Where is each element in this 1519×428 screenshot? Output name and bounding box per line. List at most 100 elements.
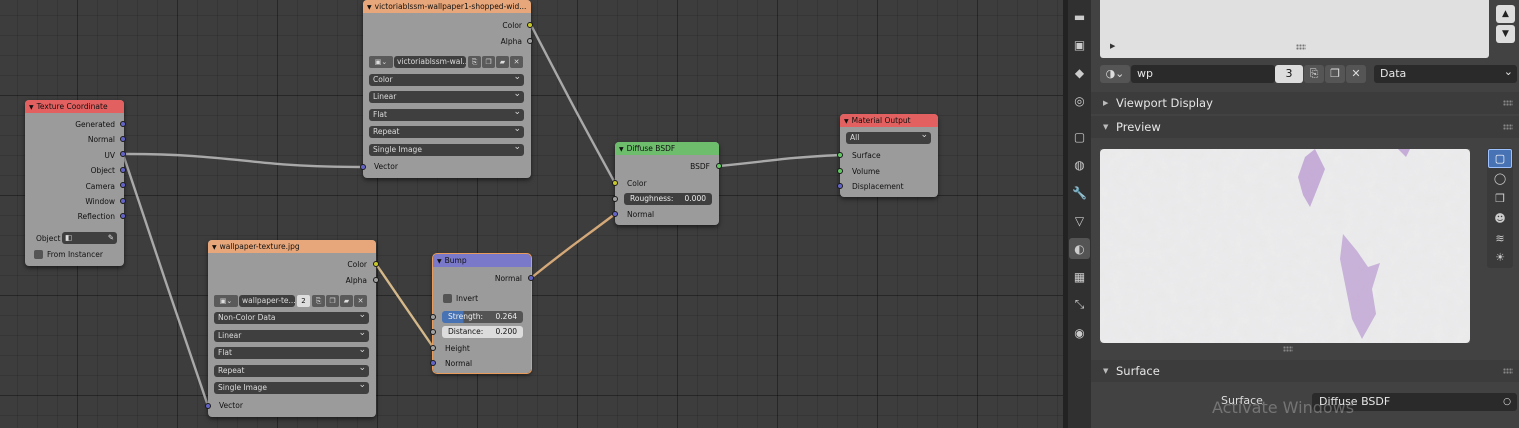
surface-panel-header[interactable]: ▼ Surface (1091, 360, 1519, 382)
preview-panel-header[interactable]: ▼ Preview (1091, 116, 1519, 138)
plane-icon[interactable]: ▢ (1488, 149, 1512, 168)
image-browse-button[interactable]: ▣⌄ (214, 295, 238, 307)
input-socket-height[interactable] (430, 345, 436, 351)
node-header[interactable]: ▼ Diffuse BSDF (615, 142, 719, 155)
image-browse-button[interactable]: ▣⌄ (369, 56, 393, 68)
drag-grip-icon[interactable] (1503, 100, 1513, 106)
collapse-icon[interactable]: ▼ (437, 258, 442, 265)
target-dropdown[interactable]: All (846, 132, 931, 144)
object-icon[interactable]: ◍ (1069, 154, 1090, 175)
duplicate-icon[interactable]: ❐ (326, 295, 339, 307)
drag-grip-icon[interactable] (1503, 124, 1513, 130)
fake-user-icon[interactable]: ⎘ (312, 295, 325, 307)
output-socket-alpha[interactable] (527, 38, 533, 44)
object-field[interactable]: ◧ ✎ (62, 232, 117, 244)
output-socket-normal[interactable] (528, 275, 534, 281)
output-socket-generated[interactable] (120, 121, 126, 127)
image-name-field[interactable]: victoriablssm-wal... (394, 56, 466, 68)
cube-icon[interactable]: ❒ (1488, 189, 1512, 208)
link-mode-dropdown[interactable]: Data ⌄ (1374, 65, 1517, 83)
color-space-dropdown[interactable]: Non-Color Data (214, 312, 369, 324)
output-socket-window[interactable] (120, 198, 126, 204)
unlink-icon[interactable]: ✕ (354, 295, 367, 307)
from-instancer-checkbox[interactable] (34, 250, 43, 259)
node-link-icon[interactable]: ○ (1503, 393, 1511, 411)
input-socket-distance[interactable] (430, 329, 436, 335)
node-editor[interactable]: ▼ Texture Coordinate Generated Normal UV … (0, 0, 1063, 428)
distance-field[interactable]: Distance: 0.200 (442, 326, 523, 338)
extension-dropdown[interactable]: Repeat (214, 365, 369, 377)
output-socket-camera[interactable] (120, 182, 126, 188)
constraints-icon[interactable]: ⤡ (1069, 294, 1090, 315)
move-up-icon[interactable]: ▲ (1496, 5, 1515, 23)
source-dropdown[interactable]: Single Image (369, 144, 524, 156)
fake-user-icon[interactable]: ⎘ (468, 56, 481, 68)
projection-dropdown[interactable]: Flat (369, 109, 524, 121)
properties-editor[interactable]: ▬ ▣ ◆ ◎ ▢ ◍ 🔧 ▽ ◐ ▦ ⤡ ◉ ▶ ▲ ▼ ◑⌄ wp 3 ⎘ … (1068, 0, 1519, 428)
unlink-icon[interactable]: ✕ (510, 56, 523, 68)
world-icon[interactable]: ▢ (1069, 126, 1090, 147)
collapse-icon[interactable]: ▼ (29, 104, 34, 111)
input-socket-vector[interactable] (205, 403, 211, 409)
collapse-icon[interactable]: ▼ (619, 146, 624, 153)
drag-grip-icon[interactable] (1503, 368, 1513, 374)
input-socket-normal[interactable] (430, 360, 436, 366)
render-icon[interactable]: ▬ (1069, 6, 1090, 27)
output-socket-uv[interactable] (120, 151, 126, 157)
viewport-display-panel-header[interactable]: ▶ Viewport Display (1091, 92, 1519, 114)
output-socket-object[interactable] (120, 167, 126, 173)
texture-coordinate-node[interactable]: ▼ Texture Coordinate Generated Normal UV … (25, 100, 126, 266)
interpolation-dropdown[interactable]: Linear (214, 330, 369, 342)
collapse-icon[interactable]: ▼ (212, 244, 217, 251)
input-socket-color[interactable] (612, 180, 618, 186)
material-icon[interactable]: ◐ (1069, 238, 1090, 259)
node-header[interactable]: ▼ Material Output (840, 114, 938, 127)
interpolation-dropdown[interactable]: Linear (369, 91, 524, 103)
scene-icon[interactable]: ◎ (1069, 90, 1090, 111)
eyedropper-icon[interactable]: ✎ (108, 232, 114, 244)
monkey-icon[interactable]: ☻ (1488, 209, 1512, 228)
view-layer-icon[interactable]: ◆ (1069, 62, 1090, 83)
open-folder-icon[interactable]: ▰ (340, 295, 353, 307)
image-texture-node-top[interactable]: ▼ victoriablssm-wallpaper1-shopped-wid...… (360, 0, 533, 178)
expand-icon[interactable]: ▶ (1110, 42, 1115, 50)
input-socket-roughness[interactable] (612, 196, 618, 202)
world-sphere-icon[interactable]: ☀ (1488, 248, 1512, 267)
output-socket-reflection[interactable] (120, 213, 126, 219)
duplicate-icon[interactable]: ❐ (482, 56, 495, 68)
output-socket-alpha[interactable] (373, 277, 379, 283)
resize-grip-icon[interactable] (1283, 346, 1293, 352)
collapse-icon[interactable]: ▼ (367, 4, 372, 11)
input-socket-strength[interactable] (430, 314, 436, 320)
material-browse-button[interactable]: ◑⌄ (1100, 65, 1130, 83)
collapse-icon[interactable]: ▼ (844, 118, 849, 125)
material-name-field[interactable]: wp (1131, 65, 1275, 83)
output-icon[interactable]: ▣ (1069, 34, 1090, 55)
duplicate-icon[interactable]: ❐ (1325, 65, 1345, 83)
material-preview[interactable] (1100, 149, 1470, 343)
texture-icon[interactable]: ▦ (1069, 266, 1090, 287)
strength-field[interactable]: Strength: 0.264 (442, 311, 523, 323)
modifier-icon[interactable]: 🔧 (1069, 182, 1090, 203)
image-name-field[interactable]: wallpaper-te... (239, 295, 295, 307)
projection-dropdown[interactable]: Flat (214, 347, 369, 359)
output-socket-normal[interactable] (120, 136, 126, 142)
particles-icon[interactable]: ▽ (1069, 210, 1090, 231)
input-socket-surface[interactable] (837, 152, 843, 158)
resize-grip-icon[interactable] (1296, 44, 1306, 50)
input-socket-normal[interactable] (612, 211, 618, 217)
image-texture-node-bottom[interactable]: ▼ wallpaper-texture.jpg Color Alpha ▣⌄ wa… (205, 240, 379, 417)
input-socket-volume[interactable] (837, 168, 843, 174)
physics-icon[interactable]: ◉ (1069, 322, 1090, 343)
material-slot-list[interactable]: ▶ (1100, 0, 1489, 58)
input-socket-vector[interactable] (360, 164, 366, 170)
node-header[interactable]: ▼ wallpaper-texture.jpg (208, 240, 376, 253)
open-folder-icon[interactable]: ▰ (496, 56, 509, 68)
hair-icon[interactable]: ≋ (1488, 229, 1512, 248)
unlink-icon[interactable]: ✕ (1346, 65, 1366, 83)
output-socket-bsdf[interactable] (716, 163, 722, 169)
fake-user-icon[interactable]: ⎘ (1304, 65, 1324, 83)
bump-node[interactable]: ▼ Bump Normal Invert Strength: 0.264 Dista… (430, 253, 534, 374)
source-dropdown[interactable]: Single Image (214, 382, 369, 394)
output-socket-color[interactable] (527, 22, 533, 28)
